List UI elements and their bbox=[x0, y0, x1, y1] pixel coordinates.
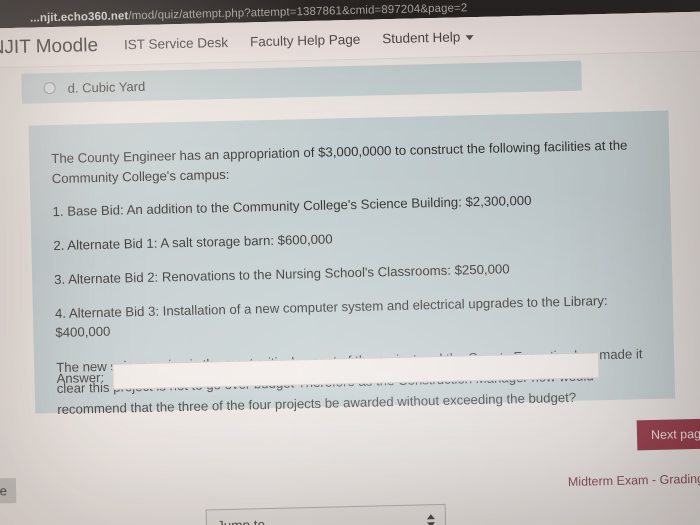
url-host: ...njit.echo360.net bbox=[29, 10, 129, 25]
question-bid-item-4: 4. Alternate Bid 3: Installation of a ne… bbox=[54, 293, 608, 341]
question-panel: The County Engineer has an appropriation… bbox=[28, 110, 676, 417]
question-bid-item-1: 1. Base Bid: An addition to the Communit… bbox=[52, 192, 532, 220]
site-brand[interactable]: NJIT Moodle bbox=[0, 34, 98, 59]
previous-question-option[interactable]: d. Cubic Yard bbox=[21, 60, 582, 104]
question-bid-item-3: 3. Alternate Bid 2: Renovations to the N… bbox=[53, 261, 510, 288]
browser-screen: ...njit.echo360.net/mod/quiz/attempt.php… bbox=[0, 0, 700, 525]
question-intro-text: The County Engineer has an appropriation… bbox=[51, 137, 628, 187]
jump-to-label: Jump to... bbox=[217, 513, 427, 525]
radio-button-icon[interactable] bbox=[43, 81, 56, 95]
jump-to-select[interactable]: Jump to... bbox=[205, 503, 447, 525]
quiz-content: d. Cubic Yard The County Engineer has an… bbox=[0, 51, 700, 525]
nav-link-student-help-label: Student Help bbox=[382, 29, 461, 47]
chevron-down-icon bbox=[465, 35, 474, 41]
clipped-left-tag: age bbox=[0, 478, 17, 505]
next-activity-link[interactable]: Midterm Exam - Grading bbox=[567, 471, 700, 490]
answer-label: Answer: bbox=[56, 369, 105, 386]
select-spinner-icon bbox=[426, 514, 436, 525]
question-bid-item-2: 2. Alternate Bid 1: A salt storage barn:… bbox=[53, 231, 333, 254]
nav-link-faculty-help-page[interactable]: Faculty Help Page bbox=[250, 32, 361, 50]
nav-link-ist-service-desk[interactable]: IST Service Desk bbox=[124, 35, 228, 52]
page-body: NJIT Moodle IST Service Desk Faculty Hel… bbox=[0, 11, 700, 525]
previous-option-label: d. Cubic Yard bbox=[67, 78, 146, 96]
next-activity-label: Midterm Exam - Grading bbox=[567, 471, 700, 490]
nav-link-student-help[interactable]: Student Help bbox=[382, 29, 474, 47]
chevron-up-icon bbox=[426, 514, 435, 520]
next-page-button[interactable]: Next page bbox=[636, 418, 700, 451]
screen-photo: ...njit.echo360.net/mod/quiz/attempt.php… bbox=[0, 0, 700, 525]
